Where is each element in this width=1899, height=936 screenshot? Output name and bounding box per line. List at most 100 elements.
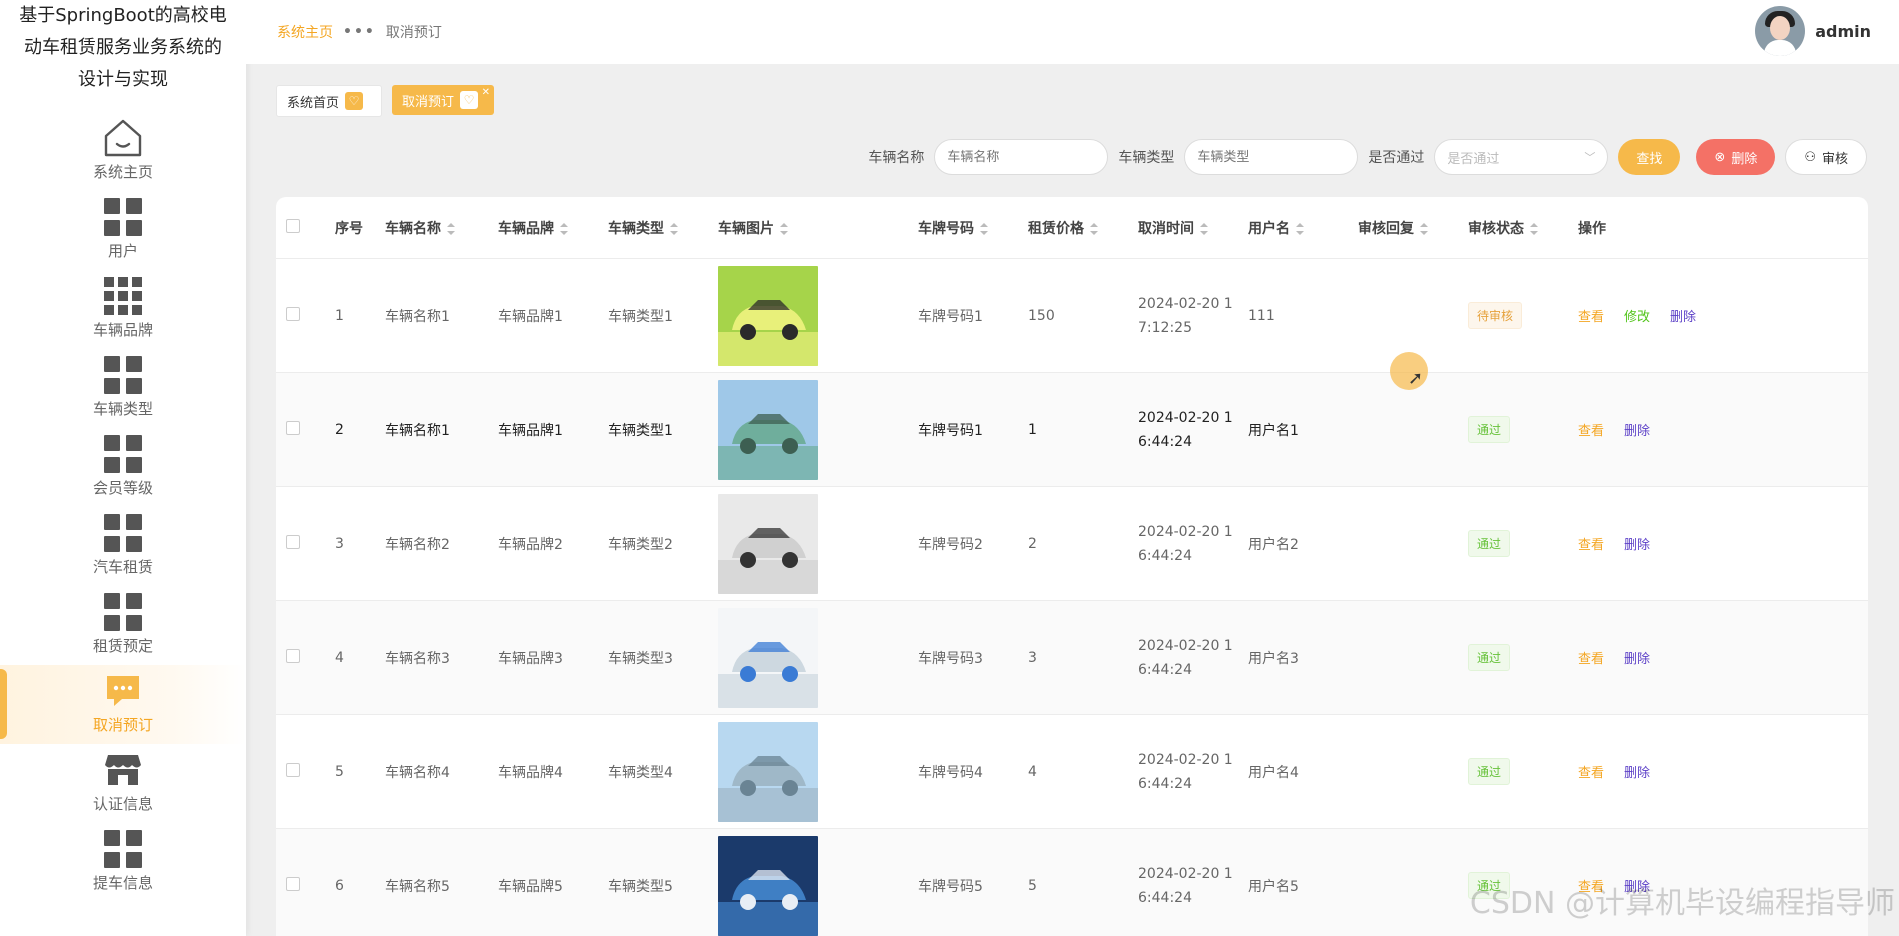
cell-price: 1 [1027,372,1137,487]
cell-price: 2 [1027,486,1137,601]
sort-icon[interactable] [560,222,568,235]
sort-icon[interactable] [1296,222,1304,235]
cell-reply [1357,714,1467,829]
sort-icon[interactable] [670,222,678,235]
sort-icon[interactable] [1090,222,1098,235]
sidebar-item-label: 认证信息 [92,795,153,813]
grid-icon [104,590,142,634]
avatar[interactable] [1755,6,1806,56]
row-checkbox[interactable] [286,534,300,549]
breadcrumb: 系统主页 ••• 取消预订 [277,22,442,42]
col-name[interactable]: 车辆名称 [384,197,497,259]
cell-type: 车辆类型1 [607,372,717,487]
row-checkbox[interactable] [286,876,300,891]
cell-cancel-time: 2024-02-20 1 6:44:24 [1137,372,1247,487]
sort-icon[interactable] [780,222,788,235]
grid-icon [104,827,142,871]
sort-icon[interactable] [1530,222,1538,235]
vehicle-name-input[interactable] [934,139,1109,175]
heart-icon: ♡ [460,91,479,109]
sidebar-item-4[interactable]: 会员等级 [0,428,246,507]
col-type[interactable]: 车辆类型 [607,197,717,259]
sidebar-item-3[interactable]: 车辆类型 [0,349,246,428]
cell-no: 2 [334,372,384,487]
col-reply[interactable]: 审核回复 [1357,197,1467,259]
col-username[interactable]: 用户名 [1247,197,1357,259]
view-link[interactable]: 查看 [1578,310,1604,325]
tab-home[interactable]: 系统首页 ♡ [276,85,383,117]
cell-type: 车辆类型1 [607,258,717,373]
sidebar-item-more[interactable] [0,902,246,936]
col-status[interactable]: 审核状态 [1467,197,1577,259]
sidebar-item-9[interactable]: 提车信息 [0,823,246,902]
sidebar-item-label: 车辆品牌 [92,321,153,339]
col-image[interactable]: 车辆图片 [717,197,917,259]
sidebar-item-0[interactable]: 系统主页 [0,112,246,191]
cell-price: 3 [1027,600,1137,715]
cell-image [717,600,917,715]
status-badge: 通过 [1468,758,1511,785]
status-badge: 待审核 [1468,302,1523,329]
cell-cancel-time: 2024-02-20 1 6:44:24 [1137,600,1247,715]
sort-icon[interactable] [980,222,988,235]
audit-button[interactable]: ⚇ 审核 [1785,139,1867,175]
sort-icon[interactable] [1200,222,1208,235]
breadcrumb-home[interactable]: 系统主页 [277,22,333,42]
pass-select[interactable]: 是否通过 ﹀ [1434,139,1609,175]
sidebar-item-5[interactable]: 汽车租赁 [0,507,246,586]
col-plate[interactable]: 车牌号码 [917,197,1027,259]
view-link[interactable]: 查看 [1578,538,1604,553]
cell-actions: 查看 删除 [1577,372,1868,487]
edit-link[interactable]: 修改 [1624,310,1650,325]
store-icon [104,748,142,792]
tab-cancel-booking[interactable]: 取消预订 ♡ ✕ [392,85,495,115]
sidebar-item-6[interactable]: 租赁预定 [0,586,246,665]
row-checkbox[interactable] [286,762,300,777]
delete-link[interactable]: 删除 [1670,310,1696,325]
delete-link[interactable]: 删除 [1624,538,1650,553]
sort-icon[interactable] [1420,222,1428,235]
breadcrumb-current: 取消预订 [385,25,442,41]
table-row: 5 车辆名称4 车辆品牌4 车辆类型4 车牌号码4 4 2024-02-20 1 6:44:2… [276,714,1868,829]
cell-brand: 车辆品牌2 [497,486,607,601]
delete-link[interactable]: 删除 [1624,652,1650,667]
cell-cancel-time: 2024-02-20 1 7:12:25 [1137,258,1247,373]
sidebar-item-label: 提车信息 [92,874,153,892]
grid9-icon [104,274,142,318]
cell-actions: 查看 删除 [1577,714,1868,829]
col-cancel-time[interactable]: 取消时间 [1137,197,1247,259]
cursor-icon: ➚ [1408,368,1424,389]
table-row: 1 车辆名称1 车辆品牌1 车辆类型1 车牌号码1 150 2024-02-20 1 7:12… [276,258,1868,373]
cell-cancel-time: 2024-02-20 1 6:44:24 [1137,486,1247,601]
view-link[interactable]: 查看 [1578,652,1604,667]
vehicle-image [718,835,818,936]
cell-image [717,486,917,601]
row-checkbox[interactable] [286,420,300,435]
home-icon [102,116,144,160]
cell-name: 车辆名称1 [384,258,497,373]
sidebar-item-2[interactable]: 车辆品牌 [0,270,246,349]
delete-link[interactable]: 删除 [1624,766,1650,781]
status-badge: 通过 [1468,530,1511,557]
row-checkbox[interactable] [286,648,300,663]
col-price[interactable]: 租赁价格 [1027,197,1137,259]
search-button[interactable]: 查找 [1618,139,1681,175]
sidebar-item-label: 会员等级 [92,479,153,497]
cell-price: 150 [1027,258,1137,373]
delete-link[interactable]: 删除 [1624,424,1650,439]
sidebar-item-8[interactable]: 认证信息 [0,744,246,823]
user-menu[interactable]: admin [1755,6,1871,56]
view-link[interactable]: 查看 [1578,766,1604,781]
vehicle-type-input[interactable] [1184,139,1359,175]
close-icon[interactable]: ✕ [482,87,490,98]
col-brand[interactable]: 车辆品牌 [497,197,607,259]
view-link[interactable]: 查看 [1578,424,1604,439]
sidebar-item-7[interactable]: 取消预订 [0,665,246,744]
cell-no: 5 [334,714,384,829]
delete-button[interactable]: ⊗ 删除 [1696,139,1776,175]
sort-icon[interactable] [447,222,455,235]
select-all-checkbox[interactable] [286,218,300,233]
sidebar-item-1[interactable]: 用户 [0,191,246,270]
username[interactable]: admin [1815,22,1871,41]
row-checkbox[interactable] [286,306,300,321]
